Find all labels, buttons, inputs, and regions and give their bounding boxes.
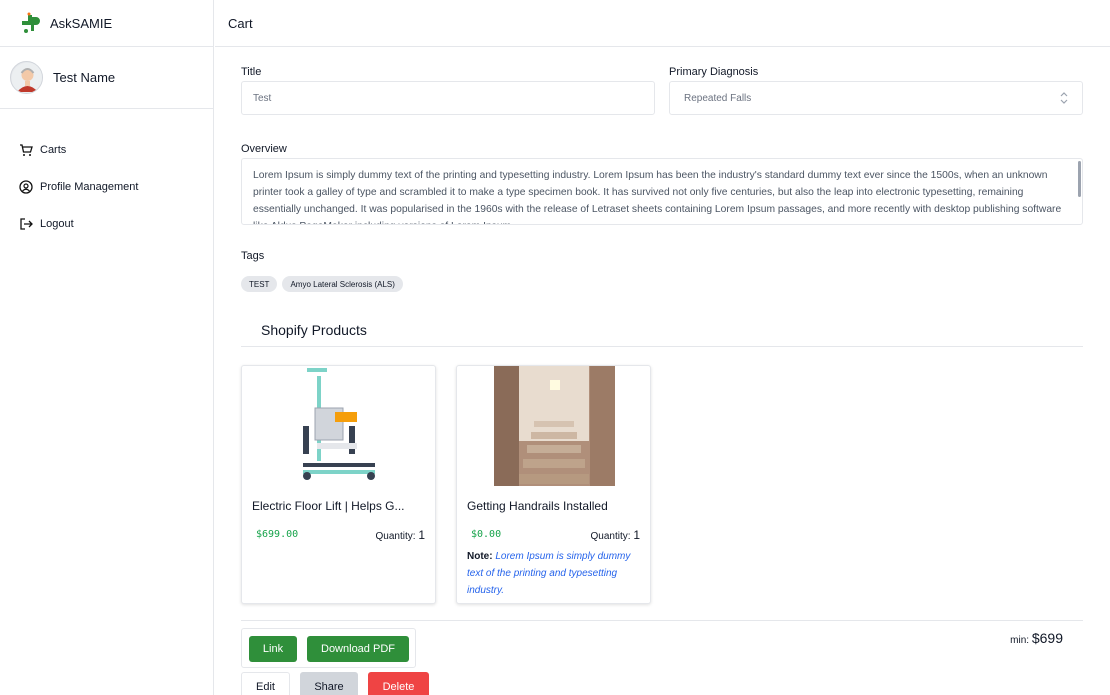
product-title: Electric Floor Lift | Helps G... (252, 499, 405, 513)
product-card[interactable]: Getting Handrails Installed $0.00 Quanti… (456, 365, 651, 604)
cart-icon (18, 142, 34, 158)
product-note: Note: Lorem Ipsum is simply dummy text o… (467, 548, 645, 599)
min-label: min: (1010, 635, 1030, 646)
floor-lift-product-image (303, 368, 375, 480)
avatar (10, 61, 43, 94)
tags-label: Tags (241, 250, 265, 262)
tag-chip[interactable]: Amyo Lateral Sclerosis (ALS) (282, 276, 403, 292)
link-actions-group: Link Download PDF (241, 628, 416, 668)
product-price: $699.00 (256, 529, 299, 540)
actions-divider (241, 620, 1083, 621)
tag-chip[interactable]: TEST (241, 276, 278, 292)
title-label: Title (241, 66, 262, 78)
logout-icon (18, 216, 34, 232)
sidebar-item-label: Profile Management (40, 180, 139, 193)
quantity-label: Quantity: (375, 531, 416, 542)
avatar-icon (11, 62, 42, 93)
note-label: Note: (467, 551, 493, 562)
user-name: Test Name (53, 70, 116, 85)
sidebar-item-carts[interactable]: Carts (0, 131, 213, 168)
brand[interactable]: AskSAMIE (0, 0, 213, 47)
sidebar-item-logout[interactable]: Logout (0, 205, 213, 242)
asksamie-logo-icon (22, 12, 40, 33)
cart-min-total: min: $699 (1010, 630, 1063, 646)
share-button[interactable]: Share (300, 672, 358, 695)
primary-diagnosis-value: Repeated Falls (669, 81, 1083, 115)
edit-button[interactable]: Edit (241, 672, 290, 695)
product-quantity: Quantity: 1 (376, 528, 426, 542)
product-price: $0.00 (471, 529, 502, 540)
download-pdf-button[interactable]: Download PDF (307, 636, 409, 662)
page-header: Cart (215, 0, 1110, 47)
sidebar-item-profile-management[interactable]: Profile Management (0, 168, 213, 205)
title-input[interactable]: Test (241, 81, 655, 115)
link-button[interactable]: Link (249, 636, 297, 662)
chevron-up-down-icon (1060, 92, 1068, 104)
sidebar-item-label: Logout (40, 217, 74, 230)
primary-diagnosis-label: Primary Diagnosis (669, 66, 759, 78)
quantity-value: 1 (633, 528, 640, 542)
quantity-label: Quantity: (590, 531, 631, 542)
staircase-product-image (494, 366, 615, 486)
product-title: Getting Handrails Installed (467, 499, 608, 513)
shopify-products-heading: Shopify Products (261, 322, 367, 338)
sidebar-item-label: Carts (40, 143, 67, 156)
user-circle-icon (18, 179, 34, 195)
user-profile[interactable]: Test Name (0, 47, 213, 109)
product-quantity: Quantity: 1 (591, 528, 641, 542)
delete-button[interactable]: Delete (368, 672, 429, 695)
product-card[interactable]: Electric Floor Lift | Helps G... $699.00… (241, 365, 436, 604)
overview-scrollbar[interactable] (1078, 161, 1081, 197)
primary-diagnosis-select[interactable]: Repeated Falls (669, 81, 1083, 115)
overview-textarea[interactable]: Lorem Ipsum is simply dummy text of the … (241, 158, 1083, 225)
section-divider (241, 346, 1083, 347)
sidebar-nav: Carts Profile Management Logout (0, 109, 213, 242)
overview-label: Overview (241, 143, 287, 155)
quantity-value: 1 (418, 528, 425, 542)
min-value: $699 (1031, 630, 1063, 646)
tags-list: TEST Amyo Lateral Sclerosis (ALS) (241, 276, 408, 292)
overview-text: Lorem Ipsum is simply dummy text of the … (253, 170, 1062, 224)
page-title: Cart (228, 15, 253, 31)
app-name: AskSAMIE (50, 15, 113, 31)
sidebar: AskSAMIE Test Name Carts Profile Managem… (0, 0, 214, 695)
